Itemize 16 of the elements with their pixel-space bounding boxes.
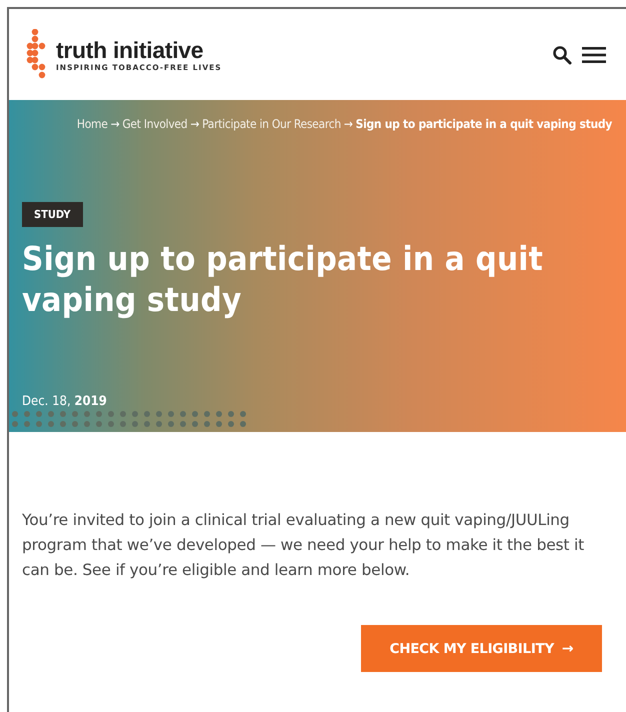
logo-name: truth initiative xyxy=(56,37,204,63)
dots-icon xyxy=(26,28,48,80)
intro-paragraph: You’re invited to join a clinical trial evaluating a new quit vaping/JUULing program that we’ve developed — we need your help to make it the best it can be. See if you’re eligible and learn more below. xyxy=(22,510,586,581)
search-icon[interactable] xyxy=(552,44,572,64)
arrow-icon: → xyxy=(344,117,353,131)
menu-icon[interactable] xyxy=(582,46,606,62)
breadcrumb-link[interactable]: Get Involved xyxy=(122,117,188,131)
breadcrumb-link[interactable]: Participate in Our Research xyxy=(202,117,341,131)
eligibility-button[interactable]: CHECK MY ELIGIBILITY → xyxy=(361,625,602,672)
breadcrumb-link[interactable]: Home xyxy=(76,117,108,131)
category-tag: STUDY xyxy=(22,202,82,227)
breadcrumb-link[interactable]: Sign up to participate in a quit vaping study xyxy=(356,117,612,131)
post-date: Dec. 18, 2019 xyxy=(22,394,107,409)
page-title: Sign up to participate in a quit vaping study xyxy=(22,238,544,320)
arrow-icon: → xyxy=(110,117,120,131)
arrow-icon: → xyxy=(190,117,200,131)
